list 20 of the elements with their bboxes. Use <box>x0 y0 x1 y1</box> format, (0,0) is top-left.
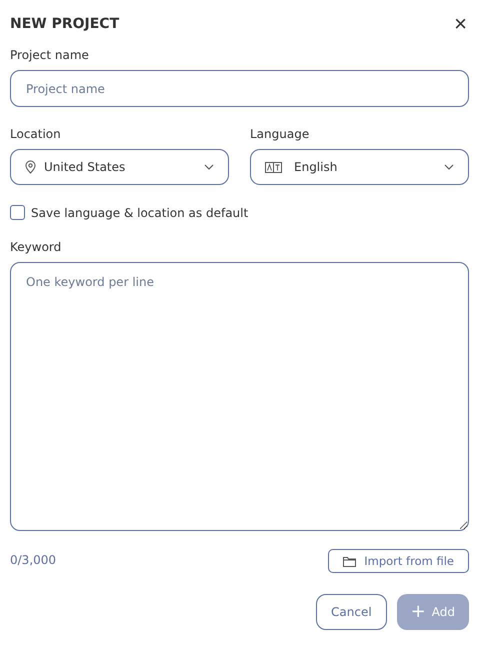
field-label: Location <box>10 127 62 141</box>
translate-icon <box>265 162 282 172</box>
dialog-title: NEW PROJECT <box>10 16 120 32</box>
checkbox-label: Save language & location as default <box>31 206 248 220</box>
location-dropdown[interactable]: United States <box>10 149 229 185</box>
chevron-down-icon <box>444 164 454 170</box>
language-dropdown[interactable]: English <box>250 149 469 185</box>
field-label: Keyword <box>10 240 62 254</box>
keyword-counter: 0/3,000 <box>10 553 56 567</box>
chevron-down-icon <box>204 164 214 170</box>
field-label: Project name <box>10 48 90 62</box>
close-button[interactable]: × <box>452 13 469 35</box>
import-button[interactable]: Import from file <box>328 549 469 573</box>
project-name-field[interactable]: Project name <box>10 70 469 107</box>
location-pin-icon <box>25 160 36 174</box>
field-label: Language <box>250 127 310 141</box>
checkbox[interactable] <box>10 205 25 220</box>
folder-icon <box>343 556 356 566</box>
keyword-field[interactable]: One keyword per line <box>10 262 469 531</box>
cancel-button[interactable]: Cancel <box>316 594 387 630</box>
